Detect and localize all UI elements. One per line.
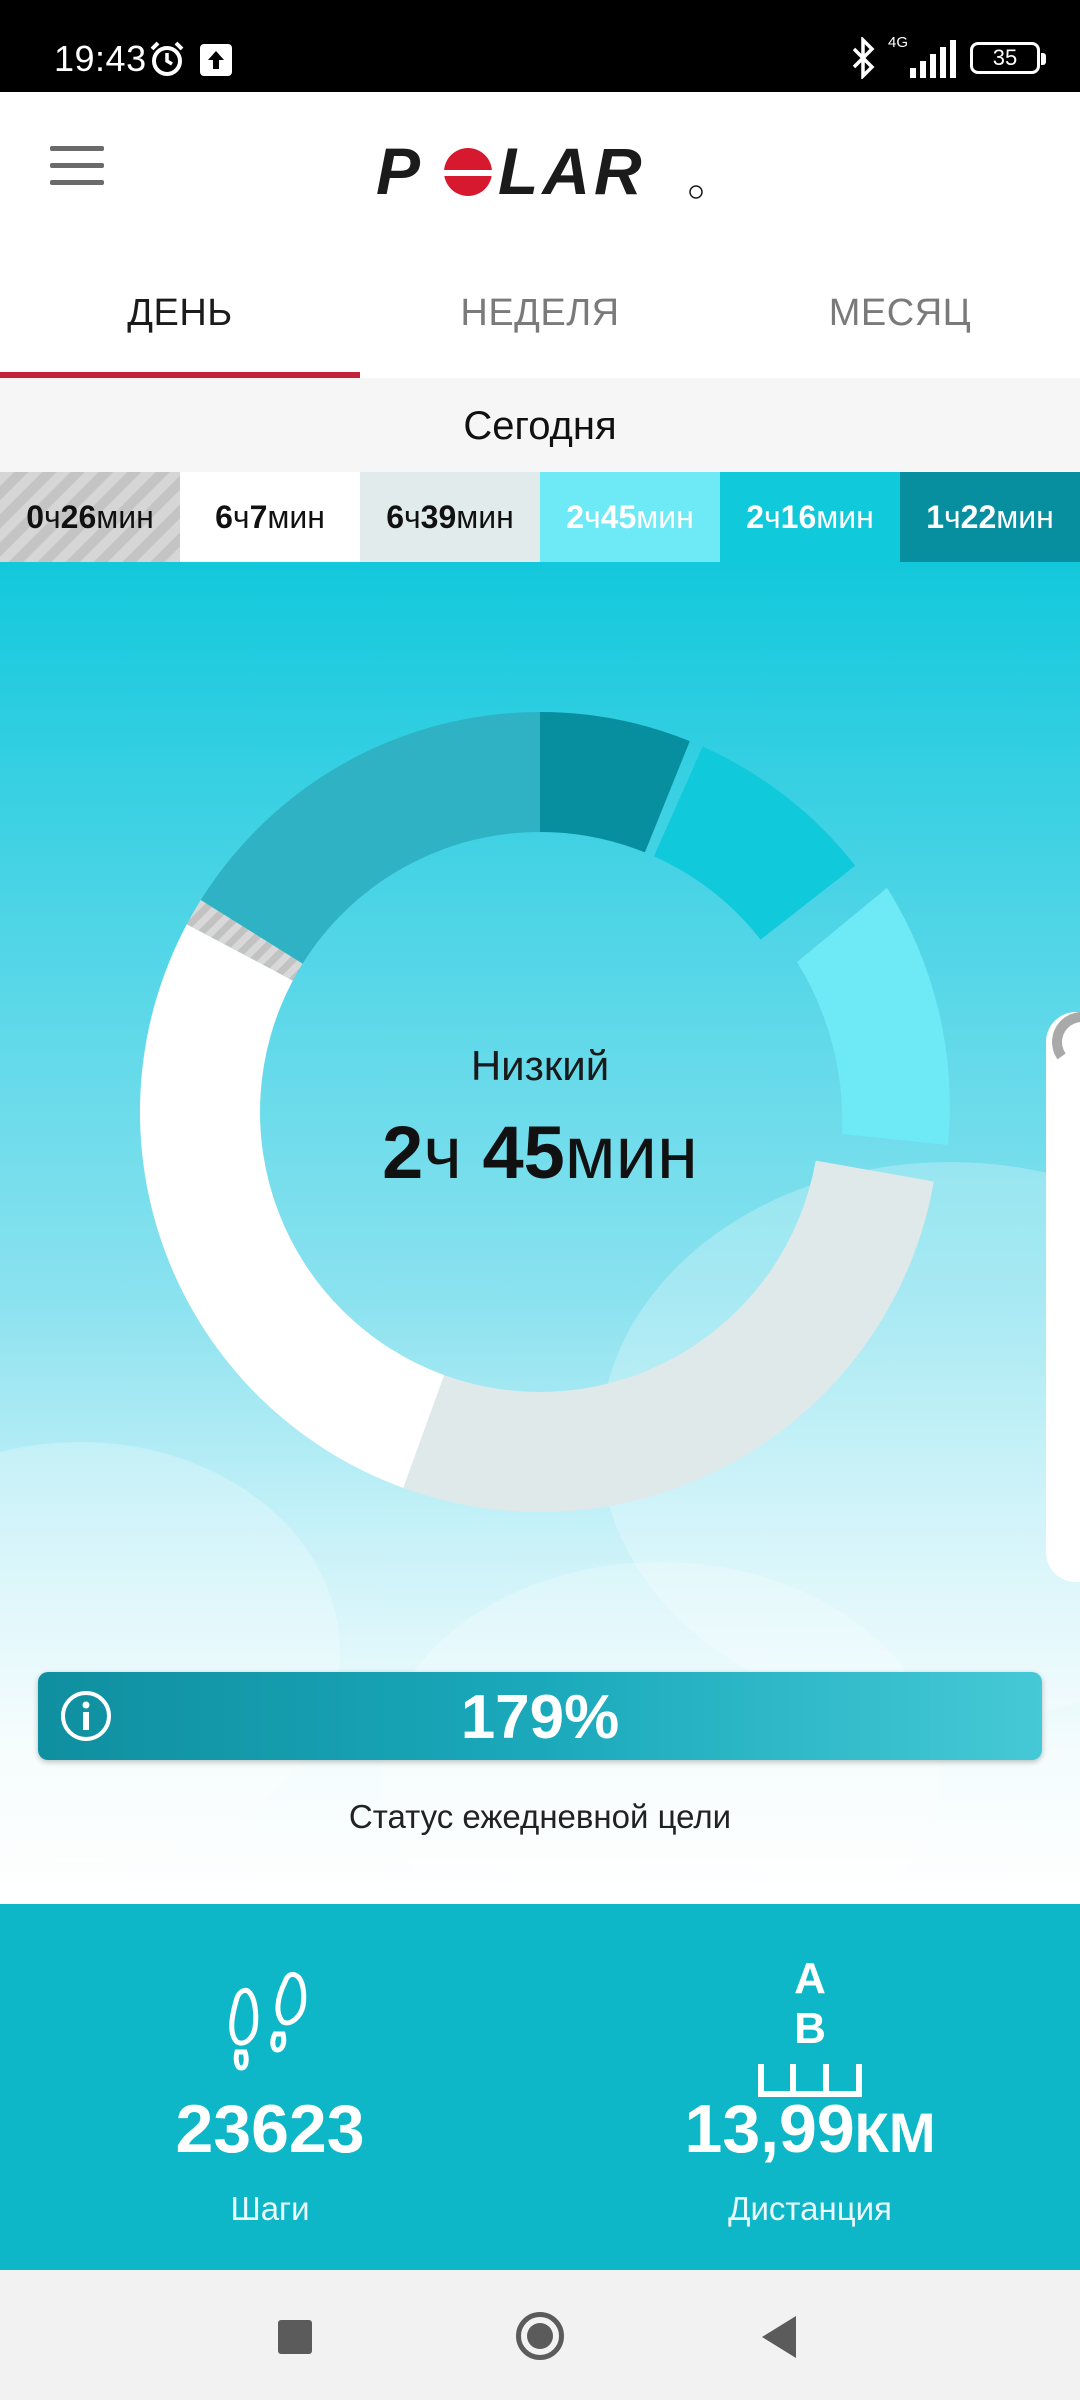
period-tabs: ДЕНЬ НЕДЕЛЯ МЕСЯЦ (0, 262, 1080, 378)
donut-segment-rest[interactable] (139, 924, 445, 1488)
footsteps-icon (229, 1971, 307, 2071)
selected-zone-label: Низкий (470, 1042, 610, 1089)
distance-icon: A B (740, 1954, 880, 2100)
activity-main: Низкий 2ч 45мин 179% Статус ежедневной ц… (0, 562, 1080, 1904)
alarm-icon (150, 41, 184, 76)
daily-goal-progress-bar[interactable]: 179% (38, 1672, 1042, 1760)
signal-icon: 4G (888, 34, 958, 78)
hamburger-icon (50, 146, 104, 151)
selected-zone-duration: 2ч 45мин (382, 1111, 698, 1194)
polar-logo: P LAR (376, 142, 703, 202)
tab-week[interactable]: НЕДЕЛЯ (360, 262, 720, 378)
back-button[interactable] (762, 2316, 796, 2358)
zone-inactive[interactable]: 6 ч 39 мин (360, 472, 540, 562)
distance-label: Дистанция (728, 2190, 892, 2227)
zone-rest[interactable]: 6 ч 7 мин (180, 472, 360, 562)
distance-value: 13,99КМ (684, 2091, 936, 2167)
donut-segment-inactive[interactable] (403, 1160, 934, 1513)
daily-goal-caption: Статус ежедневной цели (348, 1798, 732, 1835)
menu-button[interactable] (50, 146, 104, 186)
stats-panel: 23623 Шаги A B 13,99КМ Дистанция (0, 1904, 1080, 2270)
zone-low[interactable]: 2 ч 45 мин (540, 472, 720, 562)
status-bar: 19:43 4G 35 (0, 0, 1080, 92)
svg-text:P: P (376, 142, 424, 202)
steps-label: Шаги (230, 2190, 310, 2227)
activity-zones: 0 ч 26 мин 6 ч 7 мин 6 ч 39 мин 2 ч 45 мин 2 ч 16 мин 1… (0, 472, 1080, 562)
svg-text:LAR: LAR (498, 142, 646, 202)
status-time: 19:43 (54, 38, 147, 79)
zone-high[interactable]: 1 ч 22 мин (900, 472, 1080, 562)
side-panel-edge[interactable] (1046, 1012, 1080, 1582)
battery-level: 35 (992, 45, 1018, 70)
daily-goal-value: 179% (460, 1683, 620, 1752)
battery-icon: 35 (970, 42, 1046, 74)
steps-stat[interactable]: 23623 Шаги (0, 1904, 540, 2270)
system-navigation-bar (0, 2270, 1080, 2400)
donut-segment-medium[interactable] (653, 746, 856, 940)
zone-medium[interactable]: 2 ч 16 мин (720, 472, 900, 562)
tab-month[interactable]: МЕСЯЦ (720, 262, 1080, 378)
zone-sitting[interactable]: 0 ч 26 мин (0, 472, 180, 562)
app-header: P LAR (0, 92, 1080, 242)
donut-segment-overflow[interactable] (200, 712, 541, 964)
tab-day[interactable]: ДЕНЬ (0, 262, 360, 378)
donut-segment-low[interactable] (797, 887, 950, 1145)
steps-value: 23623 (175, 2091, 365, 2167)
distance-stat[interactable]: A B 13,99КМ Дистанция (540, 1904, 1080, 2270)
upload-icon (200, 44, 232, 76)
date-label: Сегодня (0, 378, 1080, 472)
bluetooth-icon (852, 37, 875, 79)
home-button[interactable] (516, 2312, 564, 2360)
recents-button[interactable] (278, 2320, 312, 2354)
